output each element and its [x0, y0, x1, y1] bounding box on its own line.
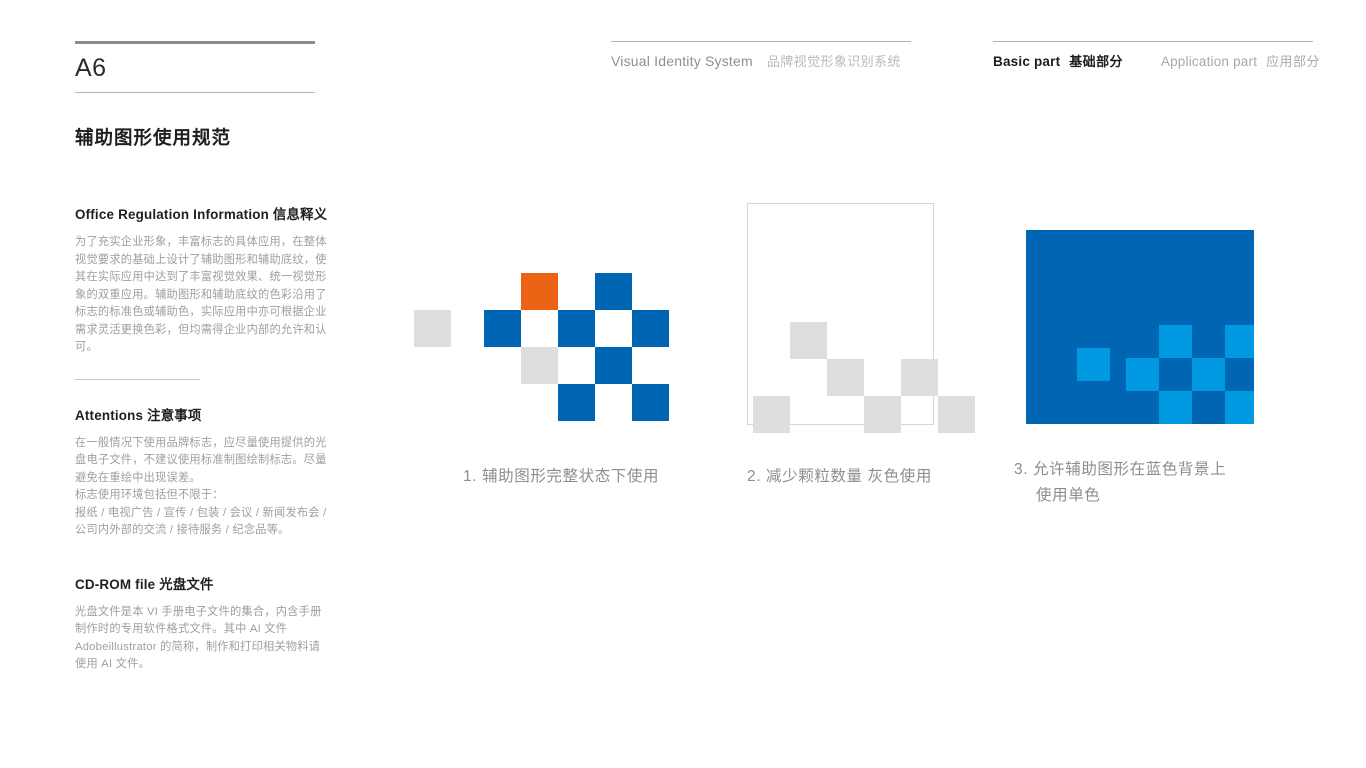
graphic-tile	[864, 396, 901, 433]
graphic-tile	[1159, 391, 1192, 424]
graphic-tile	[1225, 325, 1254, 358]
graphic-tile	[1225, 391, 1254, 424]
caption-1: 1. 辅助图形完整状态下使用	[463, 468, 660, 485]
vi-manual-page: A6 Visual Identity System 品牌视觉形象识别系统 Bas…	[0, 0, 1366, 768]
graphic-tile	[1159, 325, 1192, 358]
graphic-tile	[790, 322, 827, 359]
graphic-tile	[1126, 358, 1159, 391]
graphic-tile	[827, 359, 864, 396]
figure-area	[0, 0, 1366, 768]
graphic-tile-stray	[1077, 348, 1110, 381]
caption-3-line-2: 使用单色	[1036, 487, 1101, 504]
graphic-tile	[1192, 358, 1225, 391]
graphic-panel-on-blue	[1026, 230, 1254, 424]
caption-2: 2. 减少颗粒数量 灰色使用	[747, 468, 932, 485]
graphic-tile	[901, 359, 938, 396]
graphic-tile	[753, 396, 790, 433]
caption-3: 3. 允许辅助图形在蓝色背景上 使用单色	[1014, 457, 1284, 509]
graphic-tile	[938, 396, 975, 433]
caption-3-line-1: 3. 允许辅助图形在蓝色背景上	[1014, 461, 1227, 478]
